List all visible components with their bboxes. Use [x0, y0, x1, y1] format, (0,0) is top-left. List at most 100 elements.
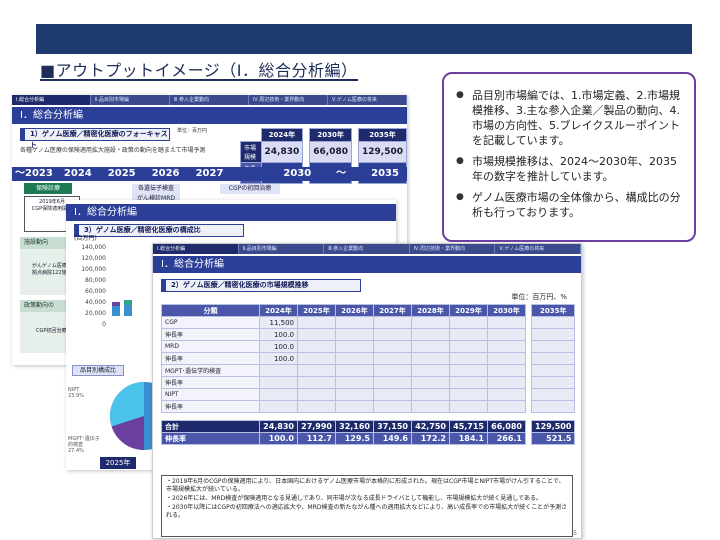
table-cell: 24,830: [259, 420, 298, 433]
table-cell: [530, 388, 576, 401]
table-cell: [530, 340, 576, 353]
bar-segment: [124, 305, 132, 316]
forecast-year: 2024年: [260, 128, 304, 142]
table-cell: [373, 340, 412, 353]
unit-label: 単位：百万円: [177, 128, 208, 134]
table-cell: [449, 376, 488, 389]
page-number: 5: [573, 530, 577, 537]
section-title: Ⅰ．総合分析編: [66, 204, 396, 221]
timeline-year: 2027: [195, 168, 224, 179]
table-cell: [335, 352, 374, 365]
table-cell: [297, 340, 336, 353]
table-cell: [449, 364, 488, 377]
bar-segment: [112, 306, 120, 316]
table-row: 合計 24,830 27,990 32,160 37,150 42,750 45,715 66…: [161, 420, 576, 433]
legend-mgpt: MGPT･遺伝子 的検査 27.4%: [68, 436, 100, 454]
table-row: NIPT: [161, 388, 576, 401]
table-cell: 27,990: [297, 420, 336, 433]
table-cell: [411, 376, 450, 389]
table-cell: [487, 340, 526, 353]
table-cell: 129.5: [335, 432, 374, 445]
row-label: 合計: [161, 420, 260, 433]
page-title: ■アウトプットイメージ（Ⅰ．総合分析編）: [40, 61, 358, 80]
facility-note-line: がんゲノム医療: [32, 263, 67, 269]
table-cell: [259, 388, 298, 401]
table-cell: [487, 364, 526, 377]
table-cell: 129,500: [530, 420, 576, 433]
y-tick: 100,000: [81, 266, 106, 273]
forecast-row-label: 市場規模: [240, 141, 262, 163]
nav-tab: Ⅴ.ゲノム医療の将来: [328, 95, 407, 105]
section-title: Ⅰ．総合分析編: [12, 107, 407, 124]
table-cell: [449, 352, 488, 365]
table-body: CGP 11,500 伸長率 100.0 MRD 100.0 伸長率 100.0 MGPT･遺伝…: [161, 316, 576, 445]
table-cell: 66,080: [487, 420, 526, 433]
slide-nav-strip: Ⅰ.総合分析編 Ⅱ.品目別市場編 Ⅲ.参入企業動向 Ⅳ.周辺技術・業界動向 Ⅴ.…: [153, 244, 581, 254]
table-row: 伸長率 100.0: [161, 328, 576, 341]
timeline-year: 2025: [107, 168, 136, 179]
header-banner: [36, 24, 692, 54]
forecast-note: 各種ゲノム医療の保険適用拡大施設・政策の動向を踏まえて市場予測: [20, 147, 206, 154]
table-cell: [487, 316, 526, 329]
table-cell: 42,750: [411, 420, 450, 433]
table-cell: [449, 400, 488, 413]
column-header: 2030年: [487, 304, 526, 317]
table-cell: [297, 328, 336, 341]
table-cell: [487, 352, 526, 365]
timeline-year: 2030: [283, 168, 312, 179]
column-header: 2024年: [259, 304, 298, 317]
table-cell: [411, 328, 450, 341]
title-underline: [40, 79, 358, 81]
nav-tab: Ⅳ.周辺技術・業界動向: [410, 244, 496, 254]
column-header: 2029年: [449, 304, 488, 317]
table-cell: [487, 388, 526, 401]
market-size-table: 分類 2024年 2025年 2026年 2027年 2028年 2029年 2…: [161, 304, 576, 445]
nav-tab: Ⅱ.品目別市場編: [91, 95, 170, 105]
row-label: 伸長率: [161, 400, 260, 413]
table-cell: [530, 328, 576, 341]
table-row: MGPT･遺伝学的検査: [161, 364, 576, 377]
callout-item: ゲノム医療市場の全体像から、構成比の分析も行っております。: [456, 190, 684, 220]
table-cell: [335, 400, 374, 413]
table-cell: 184.1: [449, 432, 488, 445]
table-cell: [297, 364, 336, 377]
table-cell: [335, 328, 374, 341]
table-cell: [259, 376, 298, 389]
table-cell: [487, 328, 526, 341]
table-cell: 172.2: [411, 432, 450, 445]
forecast-value: 129,500: [358, 141, 407, 163]
test-label: 各遺伝子検査: [132, 184, 180, 194]
legend-nipt: NIPT 23.9%: [68, 387, 84, 399]
table-cell: [335, 316, 374, 329]
section-title: Ⅰ．総合分析編: [153, 256, 581, 273]
table-cell: 521.5: [530, 432, 576, 445]
table-cell: [373, 400, 412, 413]
row-label: MRD: [161, 340, 260, 353]
table-cell: [530, 364, 576, 377]
table-cell: [530, 316, 576, 329]
table-cell: 100.0: [259, 328, 298, 341]
nav-tab: Ⅰ.総合分析編: [153, 244, 239, 254]
table-cell: [530, 400, 576, 413]
table-cell: [487, 400, 526, 413]
table-row: 伸長率: [161, 400, 576, 413]
timeline-year: 2026: [151, 168, 180, 179]
timeline-year: ～: [336, 168, 347, 179]
table-cell: 45,715: [449, 420, 488, 433]
table-cell: 32,160: [335, 420, 374, 433]
y-tick: 40,000: [85, 299, 106, 306]
table-cell: [449, 316, 488, 329]
timeline-year: 2024: [63, 168, 92, 179]
bar-segment: [124, 300, 132, 305]
analysis-notes: ・2019年6月のCGPの保険適用により、日本国内におけるゲノム医療市場が本格的…: [161, 475, 573, 537]
slide-subtitle: 2）ゲノム医療／精密化医療の市場規模推移: [161, 279, 361, 292]
table-cell: [530, 352, 576, 365]
row-label: 伸長率: [161, 432, 260, 445]
table-cell: [449, 328, 488, 341]
callout-list: 品目別市場編では、1.市場定義、2.市場規模推移、3.主な参入企業／製品の動向、…: [456, 88, 684, 220]
table-cell: [530, 376, 576, 389]
table-cell: 100.0: [259, 352, 298, 365]
table-cell: [297, 376, 336, 389]
column-header: 2035年: [530, 304, 576, 317]
facility-note: がんゲノム医療 拠点病院122施: [32, 263, 67, 277]
